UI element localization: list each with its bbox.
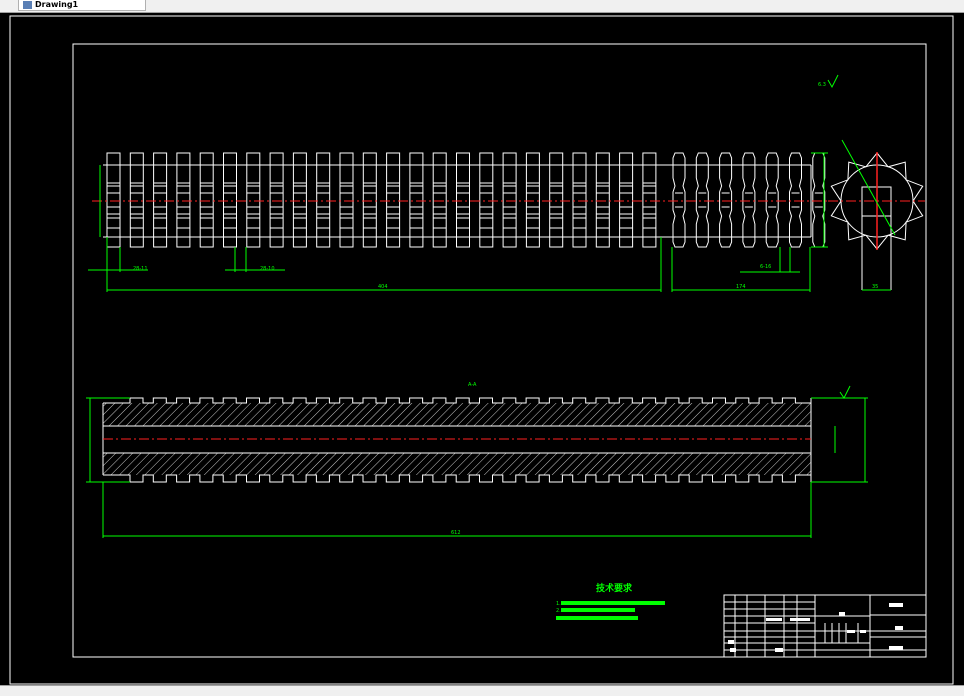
gear-tooth xyxy=(199,152,214,248)
gear-shaft-end-view xyxy=(828,139,925,290)
title-block-text xyxy=(728,640,734,644)
section-label: A-A xyxy=(468,382,477,388)
drawing-file-icon xyxy=(23,1,32,9)
gear-tooth xyxy=(292,152,307,248)
rounded-tooth xyxy=(765,152,779,248)
tech-req-line-2-text xyxy=(561,608,635,612)
gear-tooth xyxy=(456,152,470,248)
tech-req-underline xyxy=(556,616,638,620)
dim-spline: 6-16 xyxy=(760,264,771,270)
dim-pitch-1: 28-11 xyxy=(133,266,148,272)
tab-drawing[interactable]: Drawing1 xyxy=(18,0,146,11)
roughness-symbol xyxy=(827,74,839,89)
hatch-top xyxy=(103,403,811,426)
rounded-tooth xyxy=(672,152,686,248)
gear-tooth xyxy=(432,152,447,248)
title-block-text xyxy=(889,603,903,607)
hatch-bottom xyxy=(103,453,811,475)
title-block-text xyxy=(895,626,903,630)
gear-tooth xyxy=(223,152,237,248)
section-view xyxy=(102,397,812,483)
title-block-text xyxy=(790,618,810,621)
dim-pitch-2: 28-10 xyxy=(260,266,275,272)
rounded-tooth xyxy=(695,152,709,248)
gear-shaft-top-view xyxy=(92,152,830,248)
roughness-symbol xyxy=(839,385,851,399)
title-block-text xyxy=(889,646,903,650)
viewport-border xyxy=(9,15,954,685)
title-block-text xyxy=(775,648,783,652)
tab-label: Drawing1 xyxy=(35,0,79,9)
section-teeth-top xyxy=(103,397,811,404)
gear-tooth xyxy=(269,152,284,248)
tech-requirements-title: 技术要求 xyxy=(596,582,633,594)
gear-tooth xyxy=(595,152,610,248)
rounded-tooth xyxy=(812,152,826,248)
dim-404: 404 xyxy=(378,284,388,290)
gear-tooth xyxy=(479,152,494,248)
dim-174: 174 xyxy=(736,284,746,290)
gear-tooth xyxy=(642,152,657,248)
gear-tooth xyxy=(316,152,331,248)
title-block-text xyxy=(839,612,845,616)
rounded-tooth xyxy=(719,152,733,248)
rounded-tooth xyxy=(789,152,802,248)
drawing-frame xyxy=(72,43,927,658)
title-block-text xyxy=(860,630,866,633)
gear-tooth xyxy=(502,152,517,248)
tech-req-line-1-text xyxy=(561,601,665,605)
gear-tooth xyxy=(106,152,121,248)
roughness-label: 6.3 xyxy=(818,82,826,88)
gear-tooth xyxy=(129,152,144,248)
tech-req-line-1: 1. xyxy=(556,601,561,607)
title-block xyxy=(723,594,927,658)
gear-tooth xyxy=(549,152,564,248)
status-bar xyxy=(0,685,964,696)
cad-drawing-canvas[interactable]: 404 174 35 28-11 28-10 6-16 612 A-A 6.3 … xyxy=(0,12,964,685)
gear-tooth xyxy=(386,152,401,248)
title-block-text xyxy=(847,630,855,633)
title-block-text xyxy=(730,648,736,652)
gear-tooth xyxy=(619,152,634,248)
gear-tooth xyxy=(362,152,377,248)
gear-tooth xyxy=(409,152,424,248)
gear-tooth xyxy=(339,152,354,248)
section-teeth-bottom xyxy=(103,474,811,483)
gear-tooth xyxy=(572,152,587,248)
gear-tooth xyxy=(246,152,261,248)
gear-tooth xyxy=(153,152,168,248)
dim-35: 35 xyxy=(872,284,878,290)
tech-req-line-2: 2. xyxy=(556,608,561,614)
gear-tooth xyxy=(176,152,191,248)
gear-tooth xyxy=(525,152,540,248)
rounded-tooth xyxy=(742,152,756,248)
tech-requirements: 技术要求 1. 2. xyxy=(556,582,665,620)
dim-612: 612 xyxy=(451,530,461,536)
title-block-text xyxy=(766,618,782,621)
